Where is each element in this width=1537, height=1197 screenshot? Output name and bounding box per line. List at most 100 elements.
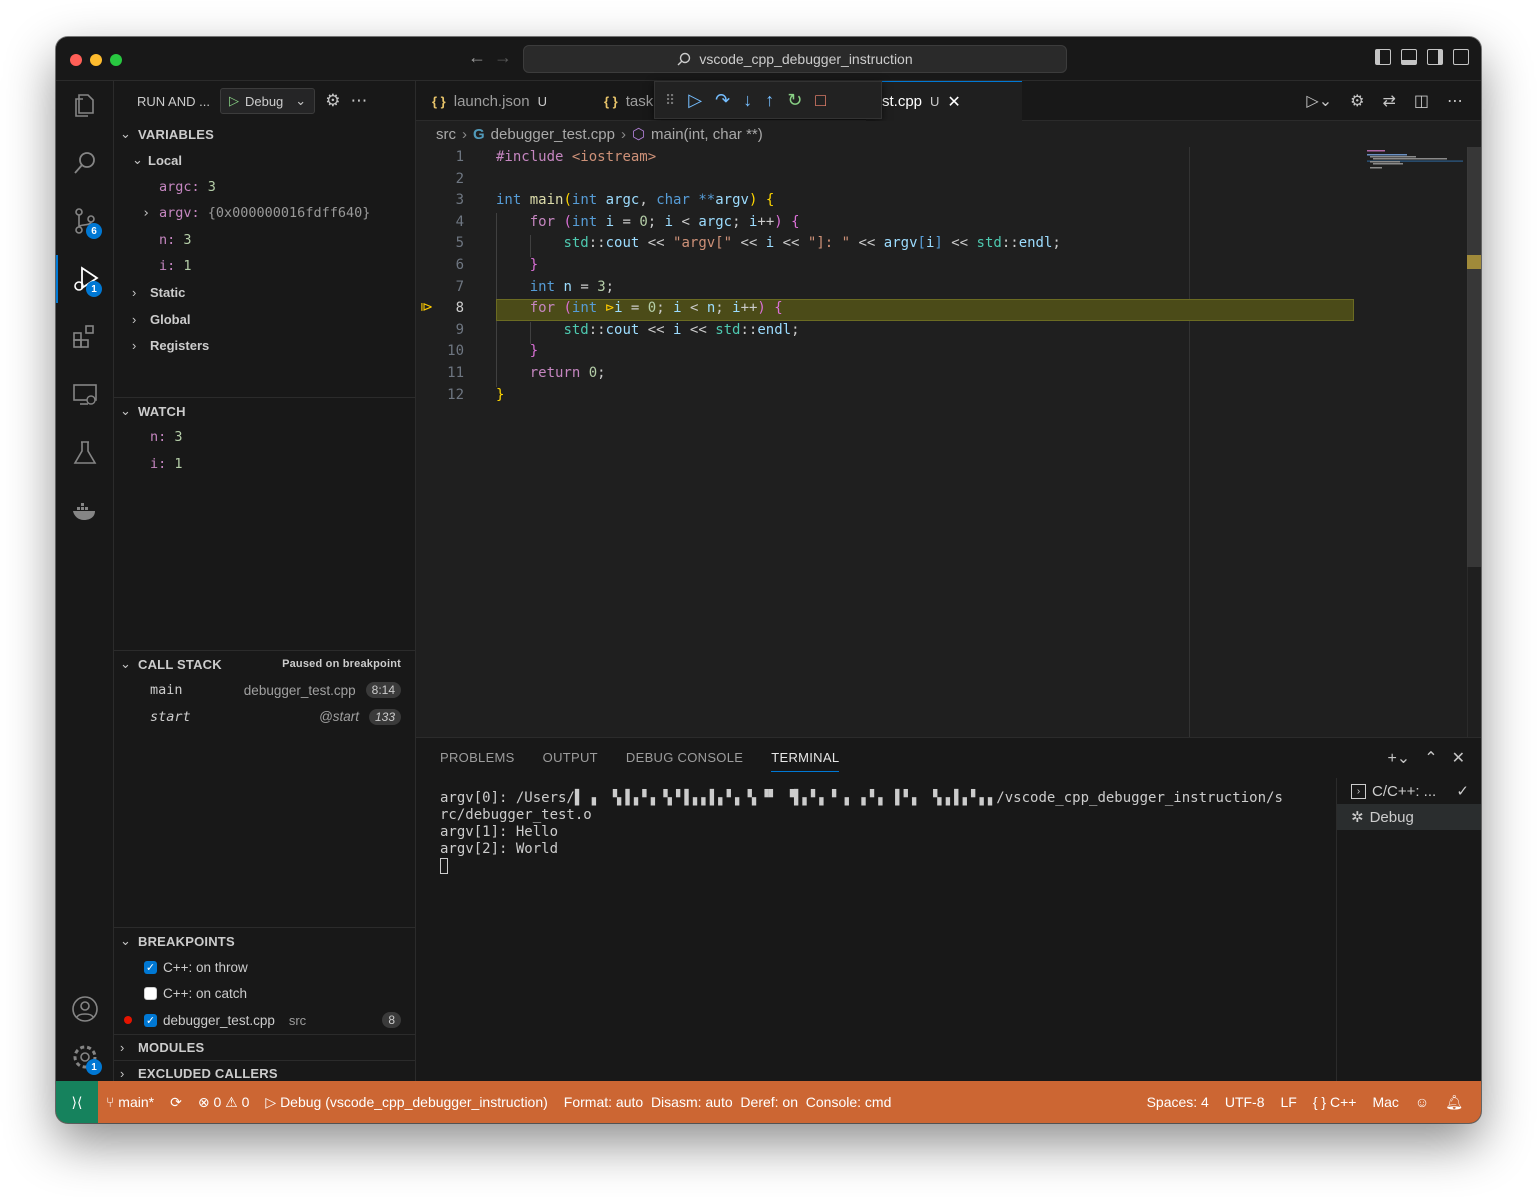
tab-problems[interactable]: PROBLEMS (440, 750, 515, 772)
scope-global[interactable]: › Global (114, 306, 415, 333)
breadcrumb-file[interactable]: debugger_test.cpp (491, 126, 615, 143)
minimize-window-button[interactable] (90, 54, 102, 66)
gear-icon[interactable]: ⚙ (325, 91, 340, 111)
toggle-panel-icon[interactable] (1401, 49, 1417, 65)
encoding-status[interactable]: UTF-8 (1217, 1094, 1273, 1111)
code-line: std::cout << i << std::endl; (563, 322, 800, 338)
check-icon: ✓ (1456, 783, 1469, 800)
back-arrow-icon[interactable]: ← (468, 47, 486, 68)
zoom-window-button[interactable] (110, 54, 122, 66)
breadcrumb-symbol[interactable]: main(int, char **) (651, 126, 763, 143)
source-control-badge: 6 (86, 223, 102, 239)
run-debug-file-icon[interactable]: ▷⌄ (1306, 91, 1332, 111)
watch-item[interactable]: n: 3 (114, 424, 415, 451)
variable-row[interactable]: n: 3 (114, 227, 415, 254)
watch-section-header[interactable]: ⌄ WATCH (114, 398, 415, 424)
terminal-item-cpp[interactable]: › C/C++: ... ✓ (1337, 778, 1481, 804)
restart-icon[interactable]: ↻ (787, 90, 802, 111)
forward-arrow-icon[interactable]: → (494, 47, 512, 68)
problems-status[interactable]: ⊗ 0 ⚠ 0 (190, 1094, 258, 1111)
gear-icon[interactable]: ⚙ (1350, 91, 1364, 111)
tab-debugger-test-cpp[interactable]: st.cpp U ✕ (866, 81, 1022, 121)
stack-frame[interactable]: main debugger_test.cpp 8:14 (114, 677, 415, 704)
eol-status[interactable]: LF (1273, 1094, 1305, 1111)
breadcrumb-folder[interactable]: src (436, 126, 456, 143)
terminal-list: › C/C++: ... ✓ ✲ Debug (1336, 778, 1481, 1082)
debug-config-select[interactable]: ▷ Debug ⌄ (219, 88, 316, 114)
stop-icon[interactable]: □ (815, 90, 826, 111)
tab-debug-console[interactable]: DEBUG CONSOLE (626, 750, 743, 772)
code-editor[interactable]: 1 2 3 4 5 6 7 8 9 10 11 12 ⧐ #include <i… (416, 147, 1481, 737)
accounts-icon[interactable] (56, 985, 114, 1033)
more-actions-icon[interactable]: ⋯ (1447, 91, 1463, 111)
more-actions-icon[interactable]: ⋯ (350, 91, 367, 111)
checkbox[interactable] (144, 987, 157, 1001)
checkbox[interactable]: ✓ (144, 1013, 157, 1027)
drag-handle-icon[interactable]: ⠿ (665, 92, 675, 109)
close-icon[interactable]: ✕ (947, 92, 960, 112)
tab-output[interactable]: OUTPUT (543, 750, 598, 772)
tab-terminal[interactable]: TERMINAL (771, 750, 840, 772)
feedback-icon[interactable]: ☺ (1407, 1094, 1437, 1111)
start-debugging-icon[interactable]: ▷ (229, 93, 239, 109)
new-terminal-icon[interactable]: +⌄ (1387, 748, 1410, 768)
breakpoint-item[interactable]: ✓ debugger_test.cpp src 8 (114, 1007, 415, 1034)
variable-row[interactable]: › argv: {0x000000016fdff640} (114, 200, 415, 227)
scope-static[interactable]: › Static (114, 280, 415, 307)
source-control-icon[interactable]: 6 (56, 197, 114, 245)
variable-row[interactable]: argc: 3 (114, 174, 415, 201)
stack-frame[interactable]: start @start 133 (114, 704, 415, 731)
git-branch-icon: ⑂ (106, 1094, 115, 1110)
manage-gear-icon[interactable]: 1 (56, 1033, 114, 1081)
editor-scrollbar[interactable] (1467, 147, 1481, 737)
remote-explorer-icon[interactable] (56, 371, 114, 419)
call-stack-section-header[interactable]: ⌄ CALL STACK Paused on breakpoint (114, 651, 415, 677)
breakpoints-section-header[interactable]: ⌄ BREAKPOINTS (114, 928, 415, 954)
testing-icon[interactable] (56, 429, 114, 477)
watch-item[interactable]: i: 1 (114, 451, 415, 478)
search-icon[interactable] (56, 139, 114, 187)
continue-icon[interactable]: ▷ (688, 90, 702, 111)
debug-status[interactable]: ▷ Debug (vscode_cpp_debugger_instruction… (257, 1094, 555, 1111)
terminal-output[interactable]: argv[0]: /Users/▌ ▖ ▝▖▌▖▘▖▝▖▘▌▖▖▌▖▘▖▝▖▝▘… (440, 790, 1320, 875)
remote-indicator-icon[interactable]: ⟩⟨ (56, 1081, 98, 1123)
breakpoint-item[interactable]: ✓ C++: on throw (114, 954, 415, 981)
indentation-status[interactable]: Spaces: 4 (1139, 1094, 1217, 1111)
toggle-primary-sidebar-icon[interactable] (1375, 49, 1391, 65)
breakpoint-item[interactable]: C++: on catch (114, 981, 415, 1008)
chevron-down-icon[interactable]: ⌄ (295, 93, 306, 109)
maximize-panel-icon[interactable]: ⌃ (1424, 748, 1437, 768)
language-status[interactable]: { } C++ (1305, 1094, 1365, 1111)
command-center-search[interactable]: vscode_cpp_debugger_instruction (523, 45, 1067, 73)
code-line: std::cout << "argv[" << i << "]: " << ar… (563, 235, 1061, 251)
run-and-debug-icon[interactable]: 1 (56, 255, 114, 303)
debugger-info[interactable]: Format: auto Disasm: auto Deref: on Cons… (556, 1094, 900, 1110)
bell-icon[interactable]: 🔔︎ (1437, 1094, 1471, 1111)
explorer-icon[interactable] (56, 81, 114, 129)
checkbox[interactable]: ✓ (144, 960, 157, 974)
extensions-icon[interactable] (56, 313, 114, 361)
minimap[interactable] (1363, 147, 1463, 187)
breakpoint-paused-icon[interactable]: ⧐ (420, 300, 433, 315)
close-icon[interactable]: ✕ (1452, 748, 1465, 768)
tab-launch-json[interactable]: { } launch.json U (416, 81, 563, 121)
close-window-button[interactable] (70, 54, 82, 66)
step-over-icon[interactable]: ↷ (715, 90, 730, 111)
customize-layout-icon[interactable] (1453, 49, 1469, 65)
modules-section-header[interactable]: › MODULES (114, 1033, 415, 1060)
docker-icon[interactable] (56, 487, 114, 535)
compare-changes-icon[interactable]: ⇄ (1382, 91, 1395, 111)
split-editor-icon[interactable]: ◫ (1414, 91, 1429, 111)
scope-registers[interactable]: › Registers (114, 333, 415, 360)
variables-section-header[interactable]: ⌄ VARIABLES (114, 121, 415, 147)
scrollbar-thumb[interactable] (1467, 147, 1481, 567)
step-out-icon[interactable]: ↑ (765, 90, 774, 111)
sync-icon[interactable]: ⟳ (162, 1094, 190, 1111)
toggle-secondary-sidebar-icon[interactable] (1427, 49, 1443, 65)
variable-row[interactable]: i: 1 (114, 253, 415, 280)
terminal-item-debug[interactable]: ✲ Debug (1337, 804, 1481, 830)
platform-status[interactable]: Mac (1364, 1094, 1406, 1111)
step-into-icon[interactable]: ↓ (743, 90, 752, 111)
scope-local[interactable]: ⌄ Local (114, 147, 415, 174)
branch-status[interactable]: ⑂ main* (98, 1094, 162, 1110)
